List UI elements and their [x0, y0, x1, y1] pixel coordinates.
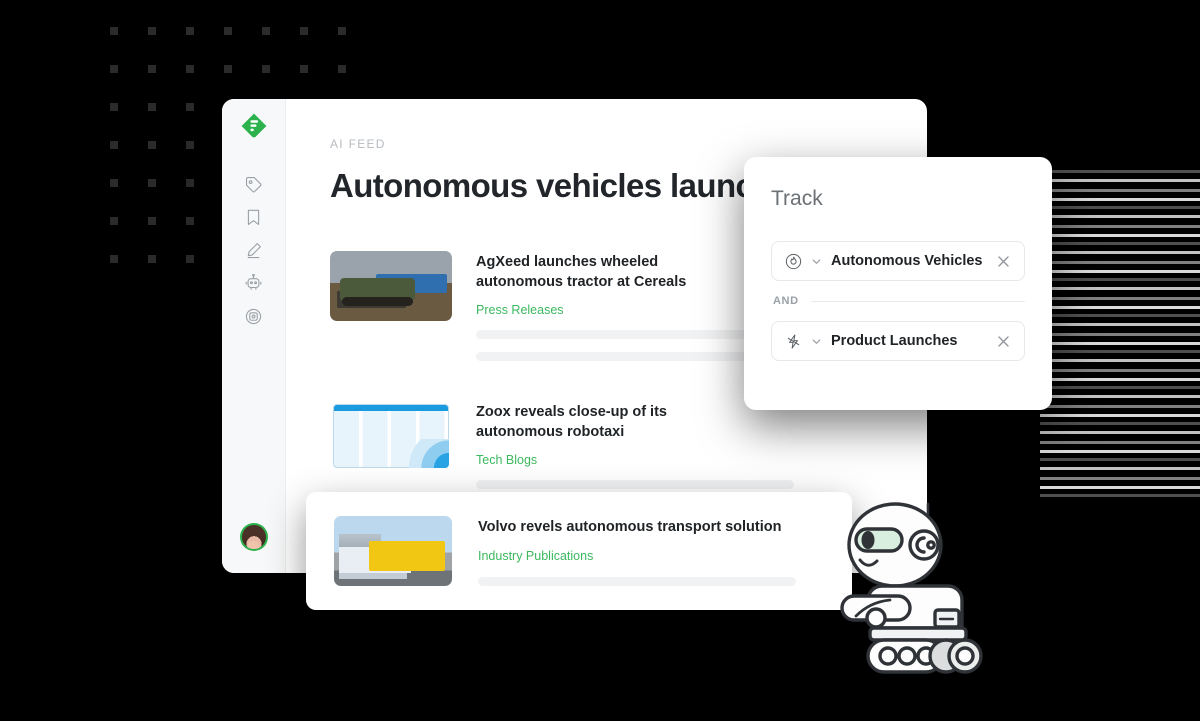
article-source[interactable]: Industry Publications — [478, 549, 824, 563]
feed-eyebrow-label: AI FEED — [330, 137, 386, 151]
article-source[interactable]: Tech Blogs — [476, 453, 927, 467]
article-skeleton-line — [478, 576, 796, 586]
article-title[interactable]: Volvo revels autonomous transport soluti… — [478, 518, 824, 538]
blue-dashboard-thumbnail — [330, 401, 452, 472]
sidebar-item-tags[interactable] — [239, 169, 269, 199]
track-operator-label: AND — [773, 295, 799, 307]
track-operator-row: AND — [773, 295, 1025, 307]
article-skeleton-line — [476, 352, 758, 362]
lightning-bolt-icon — [785, 333, 802, 350]
stripe-artifact-band — [1040, 165, 1200, 500]
sidebar-item-read-later[interactable] — [239, 202, 269, 232]
avatar[interactable] — [239, 523, 268, 551]
article-body: Volvo revels autonomous transport soluti… — [478, 516, 824, 586]
sidebar-item-leo-ai[interactable] — [239, 268, 269, 298]
flame-circle-icon — [785, 253, 802, 270]
floating-article-card[interactable]: Volvo revels autonomous transport soluti… — [306, 492, 852, 610]
close-icon[interactable] — [996, 334, 1011, 349]
sidebar-item-boards[interactable] — [239, 301, 269, 331]
article-skeleton-line — [476, 480, 794, 490]
track-chip-autonomous-vehicles[interactable]: Autonomous Vehicles — [771, 241, 1025, 281]
track-panel-title: Track — [771, 187, 823, 210]
track-chip-product-launches[interactable]: Product Launches — [771, 321, 1025, 361]
screenshot-stage: AI FEED Autonomous vehicles launch AgXee… — [0, 0, 1200, 721]
track-chip-label: Autonomous Vehicles — [831, 253, 983, 269]
chevron-down-icon[interactable] — [811, 256, 822, 267]
chevron-down-icon[interactable] — [811, 336, 822, 347]
track-panel: Track Autonomous Vehicles AND Product La… — [744, 157, 1052, 410]
close-icon[interactable] — [996, 254, 1011, 269]
track-chip-label: Product Launches — [831, 333, 958, 349]
sidebar-item-highlights[interactable] — [239, 235, 269, 265]
volvo-truck-thumbnail — [334, 516, 452, 586]
tractor-in-field-thumbnail — [330, 251, 452, 321]
article-title[interactable]: Zoox reveals close-up of its autonomous … — [476, 403, 738, 442]
robot-mascot-illustration — [820, 498, 996, 678]
feedly-logo-icon[interactable] — [241, 113, 267, 139]
article-title[interactable]: AgXeed launches wheeled autonomous tract… — [476, 253, 738, 292]
divider — [810, 300, 1025, 302]
sidebar — [222, 99, 286, 573]
